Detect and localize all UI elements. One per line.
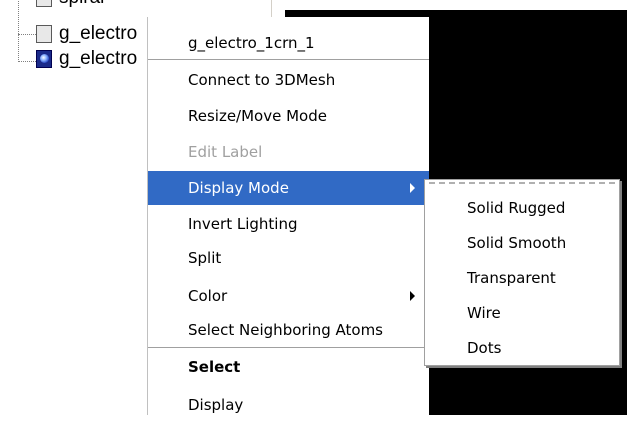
menu-header: g_electro_1crn_1 xyxy=(148,26,429,60)
menu-item-label: Color xyxy=(188,287,228,305)
menu-item-label: Connect to 3DMesh xyxy=(188,71,336,89)
tree-item-label: g_electro xyxy=(59,48,138,69)
menu-item-display[interactable]: Display xyxy=(148,388,429,422)
tree-item-label: g_electro xyxy=(59,23,138,44)
menu-separator xyxy=(148,347,429,349)
box-node-icon xyxy=(36,25,52,43)
menu-item-invert-lighting[interactable]: Invert Lighting xyxy=(148,207,429,241)
menu-item-select-neighboring-atoms[interactable]: Select Neighboring Atoms xyxy=(148,313,429,347)
submenu-item-label: Solid Rugged xyxy=(467,199,566,217)
tree-connector xyxy=(18,61,36,62)
submenu-item-label: Solid Smooth xyxy=(467,234,567,252)
menu-item-connect-to-3dmesh[interactable]: Connect to 3DMesh xyxy=(148,63,429,97)
menu-item-label: Split xyxy=(188,249,222,267)
display-mode-submenu: Solid Rugged Solid Smooth Transparent Wi… xyxy=(424,179,620,366)
tear-off-bar[interactable] xyxy=(429,182,615,184)
submenu-item-label: Dots xyxy=(467,339,502,357)
menu-item-label: Select xyxy=(188,358,241,376)
menu-item-select[interactable]: Select xyxy=(148,350,429,384)
tree-item-spiral[interactable]: spiral xyxy=(8,0,148,10)
menu-header-label: g_electro_1crn_1 xyxy=(188,34,315,52)
submenu-item-wire[interactable]: Wire xyxy=(425,296,619,330)
menu-item-label: Display xyxy=(188,396,244,414)
tree-connector xyxy=(18,34,36,35)
submenu-item-solid-rugged[interactable]: Solid Rugged xyxy=(425,191,619,225)
submenu-arrow-icon xyxy=(410,183,415,193)
menu-item-label: Select Neighboring Atoms xyxy=(188,321,383,339)
menu-item-color[interactable]: Color xyxy=(148,279,429,313)
submenu-item-label: Transparent xyxy=(467,269,556,287)
submenu-arrow-icon xyxy=(410,291,415,301)
menu-item-edit-label: Edit Label xyxy=(148,135,429,169)
box-node-icon xyxy=(36,0,52,7)
menu-item-resize-move-mode[interactable]: Resize/Move Mode xyxy=(148,99,429,133)
menu-item-label: Display Mode xyxy=(188,179,289,197)
menu-item-display-mode[interactable]: Display Mode xyxy=(148,171,429,205)
submenu-item-label: Wire xyxy=(467,304,501,322)
context-menu: g_electro_1crn_1 Connect to 3DMesh Resiz… xyxy=(147,17,429,415)
submenu-item-transparent[interactable]: Transparent xyxy=(425,261,619,295)
tree-item-g-electro-2[interactable]: g_electro xyxy=(8,48,148,71)
tree-item-label: spiral xyxy=(59,0,104,9)
submenu-item-solid-smooth[interactable]: Solid Smooth xyxy=(425,226,619,260)
submenu-item-dots[interactable]: Dots xyxy=(425,331,619,365)
menu-item-label: Invert Lighting xyxy=(188,215,298,233)
tree-item-g-electro-1[interactable]: g_electro xyxy=(8,23,148,46)
sphere-node-icon xyxy=(36,50,52,68)
menu-item-label: Resize/Move Mode xyxy=(188,107,327,125)
menu-item-split[interactable]: Split xyxy=(148,241,429,275)
menu-separator xyxy=(148,59,429,61)
menu-item-label: Edit Label xyxy=(188,143,263,161)
